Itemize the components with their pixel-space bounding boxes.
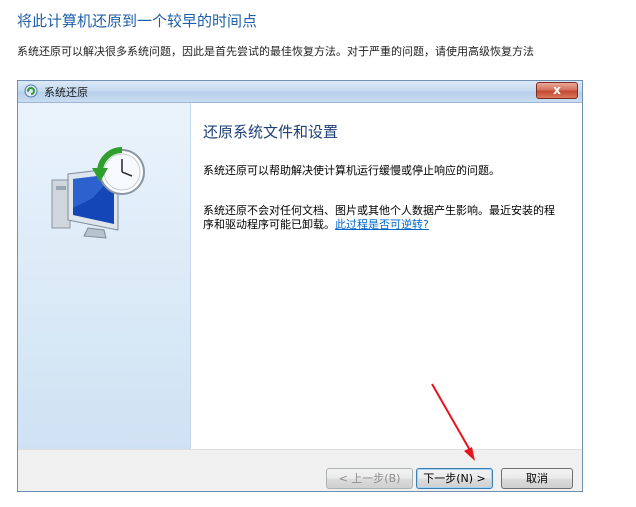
back-button[interactable]: < 上一步(B) <box>326 468 413 489</box>
system-restore-icon <box>24 84 38 98</box>
next-button[interactable]: 下一步(N) > <box>416 468 493 489</box>
window-titlebar: 系统还原 x <box>18 81 582 103</box>
system-restore-window: 系统还原 x 还原系统文件和设置 系统还原可以帮助解决使计算机运行缓慢或停止响应… <box>17 80 583 492</box>
dialog-paragraph: 系统还原可以帮助解决使计算机运行缓慢或停止响应的问题。 <box>203 164 500 177</box>
page-heading: 将此计算机还原到一个较早的时间点 <box>17 12 258 30</box>
illustration-panel <box>18 103 191 449</box>
dialog-content: 还原系统文件和设置 系统还原可以帮助解决使计算机运行缓慢或停止响应的问题。 系统… <box>191 103 582 449</box>
window-title: 系统还原 <box>44 86 88 99</box>
computer-restore-clock-icon <box>51 147 145 239</box>
close-button[interactable]: x <box>536 82 578 99</box>
page-description: 系统还原可以解决很多系统问题，因此是首先尝试的最佳恢复方法。对于严重的问题，请使… <box>17 45 534 58</box>
reversible-help-link[interactable]: 此过程是否可逆转? <box>335 218 429 231</box>
cancel-button[interactable]: 取消 <box>501 468 573 489</box>
button-bar: < 上一步(B) 下一步(N) > 取消 <box>18 449 582 491</box>
dialog-heading: 还原系统文件和设置 <box>203 123 339 141</box>
dialog-paragraph-details: 系统还原不会对任何文档、图片或其他个人数据产生影响。最近安装的程序和驱动程序可能… <box>203 204 563 232</box>
